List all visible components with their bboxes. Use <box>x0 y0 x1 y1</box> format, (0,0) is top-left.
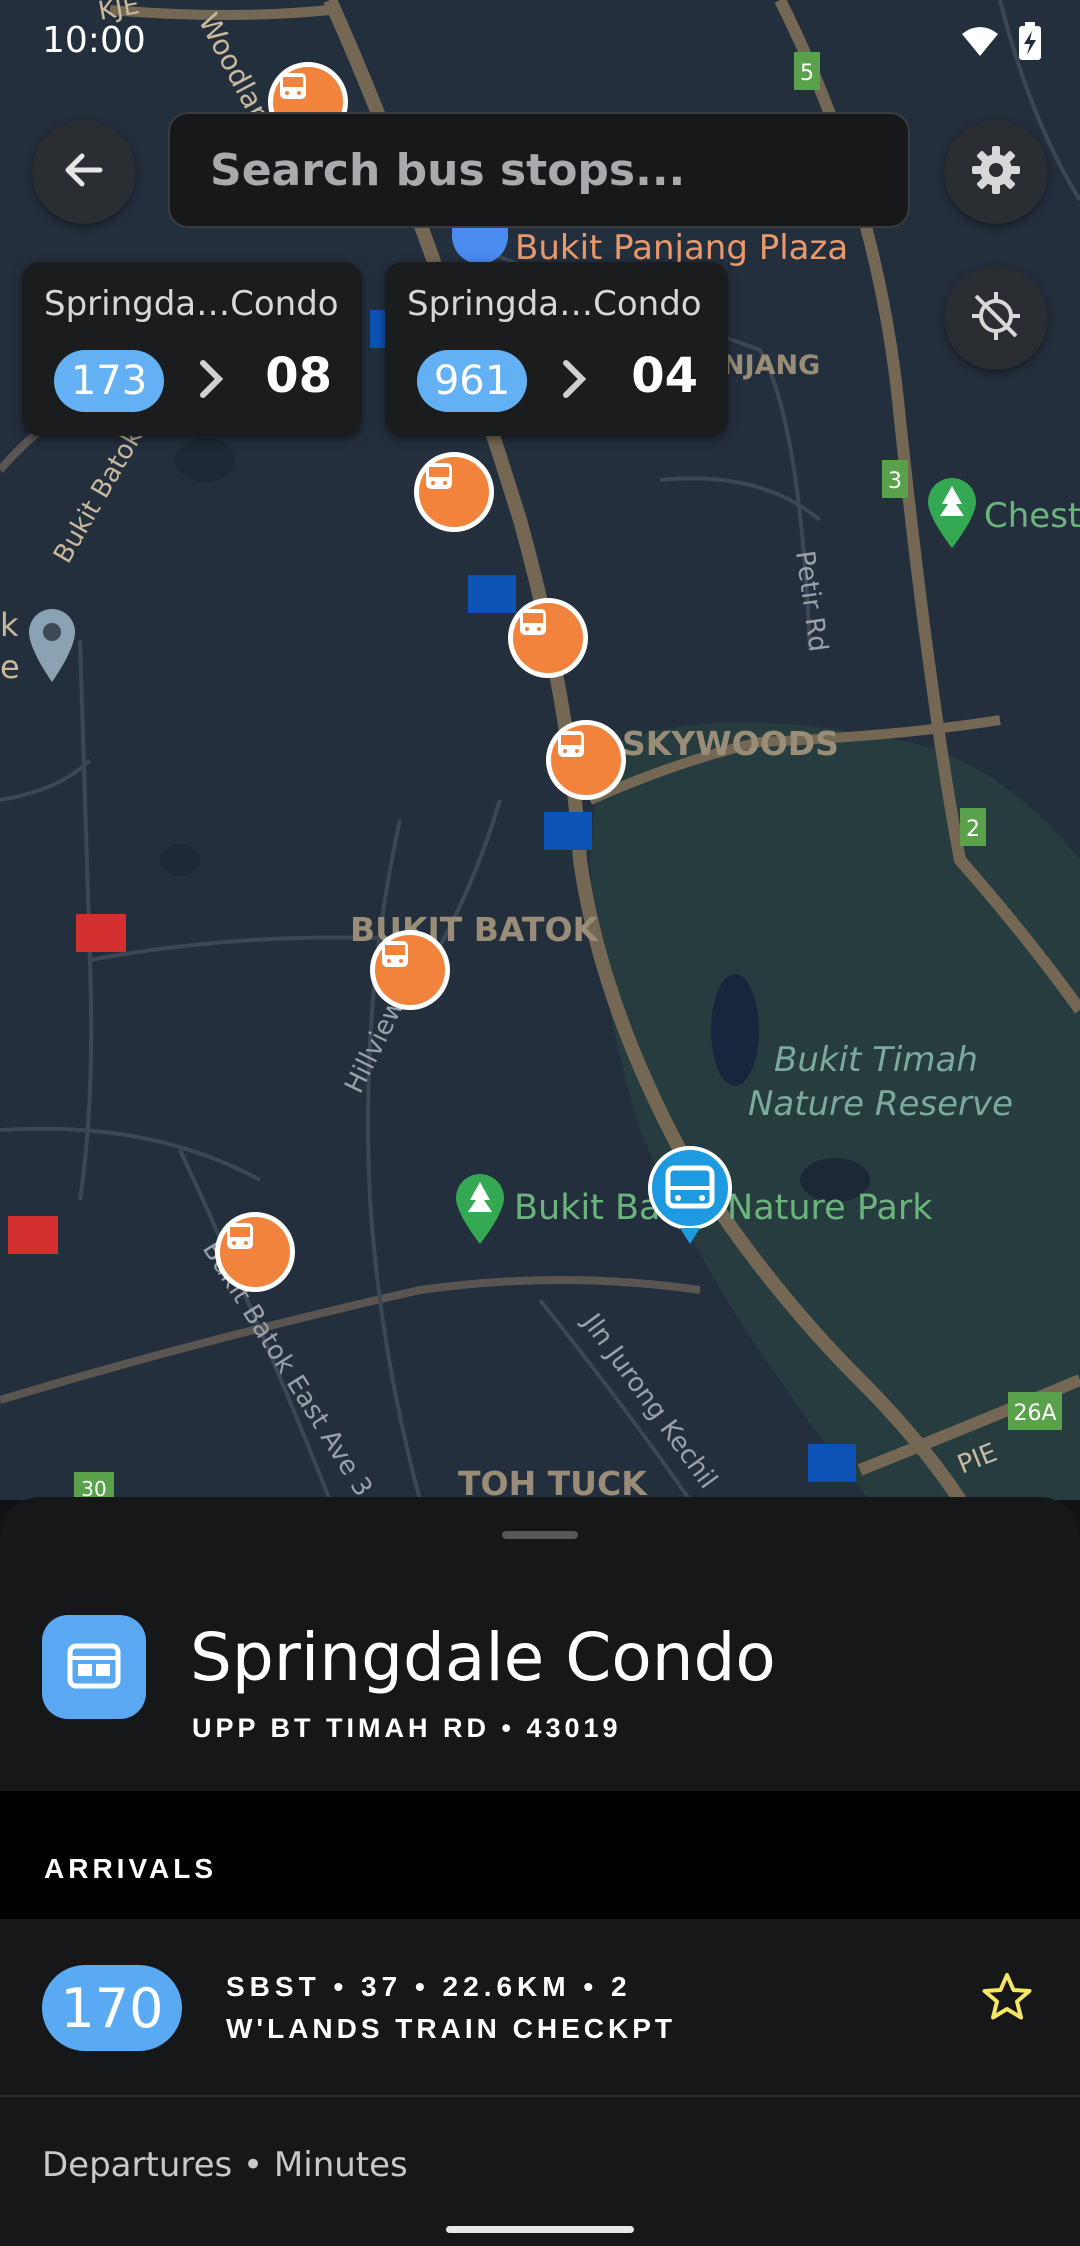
road-plate-label: 26A <box>1013 1401 1056 1426</box>
departures-header: Departures • Minutes <box>42 2145 408 2185</box>
bus-stop-sheet[interactable]: Springdale Condo UPP BT TIMAH RD • 43019… <box>0 1497 1080 2246</box>
service-destination: W'LANDS TRAIN CHECKPT <box>226 2013 676 2044</box>
road-plate-label: 3 <box>888 469 902 494</box>
bus-stop-marker-icon[interactable] <box>370 930 450 1010</box>
gesture-bar[interactable] <box>446 2226 634 2233</box>
battery-charging-icon <box>1018 22 1042 65</box>
area-label: SKYWOODS <box>622 724 839 763</box>
bus-stop-marker-icon[interactable] <box>546 720 626 800</box>
area-label: NJANG <box>722 350 821 381</box>
chevron-right-icon <box>198 358 224 405</box>
star-favorite-icon[interactable] <box>980 1971 1034 2028</box>
eta-minutes: 08 <box>265 348 332 404</box>
service-number-badge: 173 <box>54 350 164 412</box>
settings-button[interactable] <box>944 120 1048 224</box>
location-disabled-icon <box>968 288 1024 349</box>
search-input[interactable]: Search bus stops... <box>168 112 910 228</box>
service-number-badge[interactable]: 170 <box>42 1965 182 2051</box>
area-label: k <box>0 606 19 644</box>
park-label: Chest <box>984 496 1080 536</box>
park-label: Nature Reserve <box>748 1084 1014 1124</box>
area-label: TOH TUCK <box>458 1464 647 1500</box>
bus-stop-icon <box>42 1615 146 1719</box>
chevron-right-icon <box>561 358 587 405</box>
eta-minutes: 04 <box>631 348 698 404</box>
my-location-button[interactable] <box>944 266 1048 370</box>
bus-stop-marker-icon[interactable] <box>508 598 588 678</box>
status-time: 10:00 <box>42 20 146 61</box>
area-label: e <box>0 648 20 686</box>
street-label-hillview: Hillview <box>339 994 410 1098</box>
status-bar: 10:00 <box>0 0 1080 86</box>
drag-handle[interactable] <box>502 1531 578 1539</box>
stop-road-code: UPP BT TIMAH RD • 43019 <box>192 1713 622 1743</box>
divider <box>0 2095 1080 2097</box>
back-button[interactable] <box>32 120 136 224</box>
gear-icon <box>970 144 1022 201</box>
pinned-stop-name: Springda…Condo <box>407 284 702 324</box>
service-details: SBST • 37 • 22.6KM • 2 <box>226 1971 632 2002</box>
pinned-arrival-card[interactable]: Springda…Condo 961 04 <box>385 262 728 436</box>
bus-stop-marker-icon[interactable] <box>215 1212 295 1292</box>
pinned-arrival-card[interactable]: Springda…Condo 173 08 <box>22 262 362 436</box>
bus-stop-marker-icon[interactable] <box>414 452 494 532</box>
street-label-petir-rd: Petir Rd <box>789 549 833 654</box>
park-label: Bukit Timah <box>774 1040 978 1080</box>
pinned-stop-name: Springda…Condo <box>44 284 339 324</box>
stop-name: Springdale Condo <box>190 1619 776 1696</box>
road-plate-label: 2 <box>966 817 980 842</box>
arrow-back-icon <box>62 148 106 197</box>
arrivals-label: ARRIVALS <box>44 1853 218 1884</box>
wifi-icon <box>960 24 1000 63</box>
service-number-badge: 961 <box>417 350 527 412</box>
